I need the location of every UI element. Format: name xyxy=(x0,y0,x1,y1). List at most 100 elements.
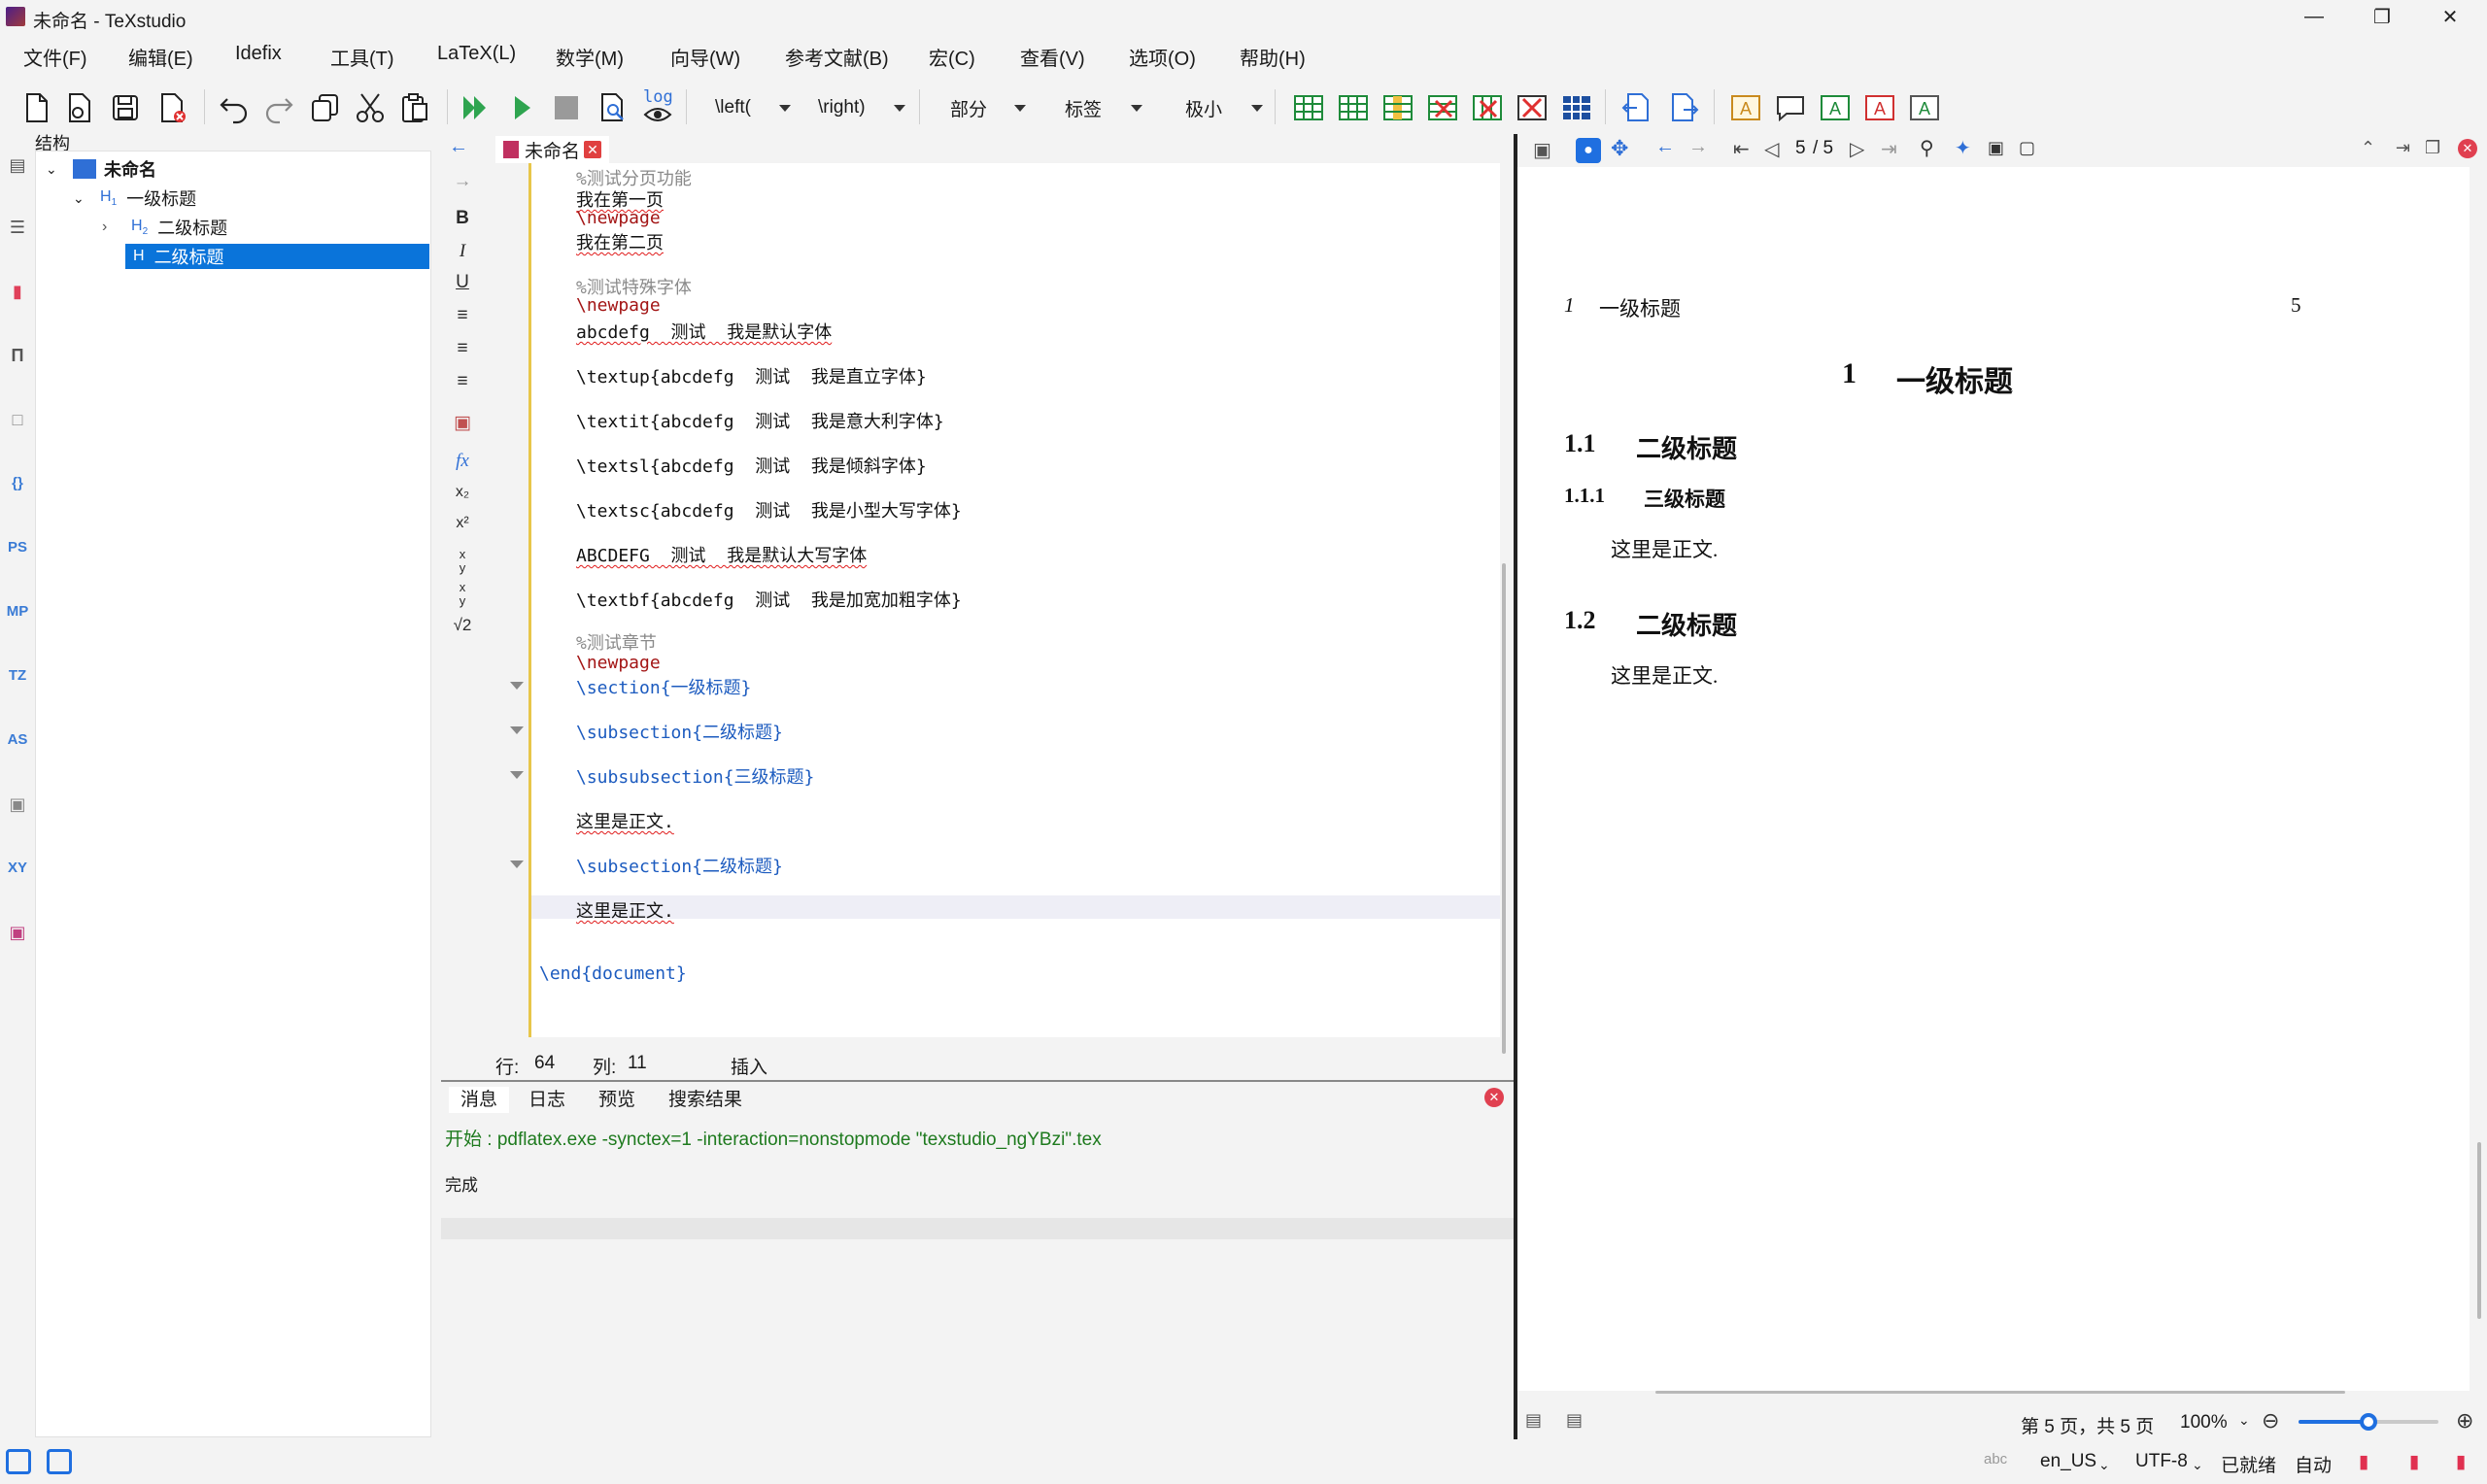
tree-item-root[interactable]: ⌄ 未命名 xyxy=(46,156,156,182)
view-pdf-icon[interactable] xyxy=(596,91,630,124)
table-add-row-icon[interactable] xyxy=(1337,91,1370,124)
align-center-icon[interactable]: ≡ xyxy=(443,338,482,367)
view-log-button[interactable]: log xyxy=(641,87,674,126)
insert-label-icon[interactable] xyxy=(1667,91,1700,124)
previous-page-icon[interactable]: ◁ xyxy=(1764,137,1779,161)
tree-item-subsection[interactable]: › H2 二级标题 xyxy=(102,215,227,240)
close-icon[interactable]: ✕ xyxy=(2458,139,2477,158)
tab-search-results[interactable]: 搜索结果 xyxy=(657,1087,754,1114)
tab-log[interactable]: 日志 xyxy=(517,1087,577,1114)
pstricks-icon[interactable]: PS xyxy=(4,534,31,561)
undo-icon[interactable] xyxy=(218,91,251,124)
folder-icon[interactable]: □ xyxy=(4,406,31,433)
menu-edit[interactable]: 编辑(E) xyxy=(128,43,193,71)
insert-ref-icon[interactable] xyxy=(1620,91,1653,124)
asymptote-icon[interactable]: AS xyxy=(4,726,31,754)
close-icon[interactable]: ✕ xyxy=(1484,1088,1504,1107)
menu-wizards[interactable]: 向导(W) xyxy=(670,43,740,71)
restore-button[interactable]: ❐ xyxy=(2351,0,2413,33)
table-icon[interactable] xyxy=(1292,91,1325,124)
function-icon[interactable]: fx xyxy=(443,451,482,480)
last-page-icon[interactable]: ⇥ xyxy=(1881,137,1897,161)
pan-icon[interactable]: ✥ xyxy=(1611,136,1628,161)
toggle-structure-icon[interactable] xyxy=(6,1449,31,1474)
chevron-right-icon[interactable]: › xyxy=(102,219,121,236)
paste-icon[interactable] xyxy=(398,91,431,124)
fold-toggle-icon[interactable] xyxy=(510,726,524,734)
cut-icon[interactable] xyxy=(354,91,387,124)
structure-icon[interactable]: ▤ xyxy=(4,152,31,179)
display-fraction-icon[interactable]: xy xyxy=(443,581,482,610)
user-macros-icon[interactable]: ▣ xyxy=(4,919,31,946)
zoom-in-icon[interactable]: ⊕ xyxy=(2456,1408,2473,1433)
stop-icon[interactable] xyxy=(550,91,583,124)
new-file-icon[interactable] xyxy=(19,91,52,124)
menu-options[interactable]: 选项(O) xyxy=(1129,43,1196,71)
back-arrow-icon[interactable]: ← xyxy=(449,136,468,158)
table-delete-column-icon[interactable] xyxy=(1471,91,1504,124)
align-left-icon[interactable]: ≡ xyxy=(443,305,482,334)
chevron-down-icon[interactable]: ⌄ xyxy=(46,161,65,178)
tree-item-subsection-selected[interactable]: H 二级标题 xyxy=(125,244,429,269)
menu-help[interactable]: 帮助(H) xyxy=(1240,43,1306,71)
zoom-out-icon[interactable]: ⊖ xyxy=(2262,1408,2279,1433)
align-right-icon[interactable]: ≡ xyxy=(443,371,482,400)
menu-macros[interactable]: 宏(C) xyxy=(929,43,975,71)
cursor-mode-icon[interactable]: ● xyxy=(1576,138,1601,163)
spellcheck-icon[interactable]: abc xyxy=(1984,1451,2007,1467)
forward-arrow-icon[interactable]: → xyxy=(443,171,482,200)
menu-bibliography[interactable]: 参考文献(B) xyxy=(785,43,889,71)
menu-view[interactable]: 查看(V) xyxy=(1020,43,1085,71)
forward-arrow-icon[interactable]: → xyxy=(1688,136,1708,158)
zoom-slider-track[interactable] xyxy=(2299,1413,2438,1431)
bookmark-red-icon[interactable]: ▮ xyxy=(2359,1451,2368,1473)
label-combo[interactable]: 标签 xyxy=(1065,93,1142,122)
sync-pdf-icon[interactable]: ▤ xyxy=(1566,1410,1583,1431)
minimize-button[interactable]: — xyxy=(2283,0,2345,33)
zoom-level[interactable]: 100% xyxy=(2180,1412,2228,1433)
table-format-icon[interactable] xyxy=(1560,91,1593,124)
insert-green-text-icon[interactable]: A xyxy=(1819,91,1852,124)
fold-toggle-icon[interactable] xyxy=(510,682,524,690)
comment-icon[interactable] xyxy=(1774,91,1807,124)
insert-image-icon[interactable]: ▣ xyxy=(443,412,482,441)
tab-messages[interactable]: 消息 xyxy=(449,1087,510,1114)
tree-item-section[interactable]: ⌄ H1 一级标题 xyxy=(73,186,196,211)
magnifier-tool-icon[interactable]: ✦ xyxy=(1955,136,1971,160)
tab-preview[interactable]: 预览 xyxy=(587,1087,647,1114)
menu-tools[interactable]: 工具(T) xyxy=(330,43,394,71)
square-root-icon[interactable]: √2 xyxy=(443,616,482,645)
bookmark-icon[interactable]: ▮ xyxy=(4,278,31,305)
right-delimiter-combo[interactable]: \right) xyxy=(818,93,905,122)
collapse-icon[interactable]: ⌃ xyxy=(2361,138,2375,158)
current-page[interactable]: 5 xyxy=(1795,138,1806,159)
fold-toggle-icon[interactable] xyxy=(510,860,524,868)
menu-file[interactable]: 文件(F) xyxy=(23,43,87,71)
pdf-vertical-scrollbar[interactable] xyxy=(2477,1142,2481,1319)
table-add-column-icon[interactable] xyxy=(1381,91,1414,124)
left-delimiter-combo[interactable]: \left( xyxy=(715,93,791,122)
toc-icon[interactable]: ☰ xyxy=(4,214,31,241)
dock-icon[interactable]: ⇥ xyxy=(2396,138,2410,158)
first-page-icon[interactable]: ⇤ xyxy=(1733,137,1750,161)
beamer-icon[interactable]: ▣ xyxy=(4,791,31,818)
section-combo[interactable]: 部分 xyxy=(950,93,1026,122)
new-from-template-icon[interactable] xyxy=(62,91,95,124)
encoding-selector[interactable]: UTF-8 xyxy=(2135,1451,2188,1472)
menu-idefix[interactable]: Idefix xyxy=(235,43,282,65)
table-clear-icon[interactable] xyxy=(1516,91,1549,124)
sync-source-icon[interactable]: ▤ xyxy=(1525,1410,1542,1431)
code-editor[interactable]: %测试分页功能 我在第一页 \newpage 我在第二页 %测试特殊字体 \ne… xyxy=(510,163,1500,1037)
build-and-view-icon[interactable] xyxy=(459,91,492,124)
chevron-down-icon[interactable]: ⌄ xyxy=(2192,1457,2203,1473)
chevron-down-icon[interactable]: ⌄ xyxy=(2098,1457,2110,1473)
bookmark-red-icon[interactable]: ▮ xyxy=(2409,1451,2419,1473)
braces-icon[interactable]: {} xyxy=(4,470,31,497)
tikz-icon[interactable]: TZ xyxy=(4,662,31,690)
save-icon[interactable] xyxy=(109,91,142,124)
xy-icon[interactable]: XY xyxy=(4,855,31,882)
pdf-page[interactable]: 1 一级标题 5 1 一级标题 1.1 二级标题 1.1.1 三级标题 这里是正… xyxy=(1517,167,2470,1391)
auto-status[interactable]: 自动 xyxy=(2295,1451,2332,1477)
close-button[interactable]: ✕ xyxy=(2419,0,2481,33)
bold-button[interactable]: B xyxy=(443,208,482,237)
